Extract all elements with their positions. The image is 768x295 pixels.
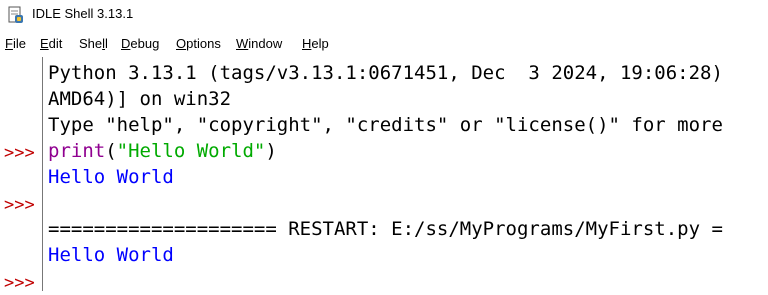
shell-prompt: >>> <box>4 195 35 215</box>
banner-line: Type "help", "copyright", "credits" or "… <box>48 114 723 136</box>
window-title: IDLE Shell 3.13.1 <box>32 6 134 21</box>
menu-window[interactable]: Window <box>236 36 282 51</box>
builtin-function: print <box>48 140 106 162</box>
prompt-gutter-divider <box>42 57 43 291</box>
menu-options[interactable]: Options <box>176 36 221 51</box>
shell-text-area[interactable]: >>> >>> >>> Python 3.13.1 (tags/v3.13.1:… <box>0 57 768 293</box>
string-literal: "Hello World" <box>116 140 266 162</box>
idle-app-icon <box>8 6 23 23</box>
menu-help[interactable]: Help <box>302 36 329 51</box>
program-output: Hello World <box>48 244 174 266</box>
program-output: Hello World <box>48 166 174 188</box>
banner-line: Python 3.13.1 (tags/v3.13.1:0671451, Dec… <box>48 62 723 84</box>
menu-shell[interactable]: Shell <box>79 36 108 51</box>
shell-prompt: >>> <box>4 143 35 163</box>
banner-line: AMD64)] on win32 <box>48 88 232 110</box>
shell-prompt: >>> <box>4 273 35 293</box>
title-bar: IDLE Shell 3.13.1 <box>0 0 768 30</box>
restart-line: ==================== RESTART: E:/ss/MyPr… <box>48 218 723 240</box>
menu-edit[interactable]: Edit <box>40 36 62 51</box>
menu-bar: File Edit Shell Debug Options Window Hel… <box>0 33 768 55</box>
command-line: print("Hello World") <box>48 140 277 162</box>
menu-debug[interactable]: Debug <box>121 36 159 51</box>
menu-file[interactable]: File <box>5 36 26 51</box>
